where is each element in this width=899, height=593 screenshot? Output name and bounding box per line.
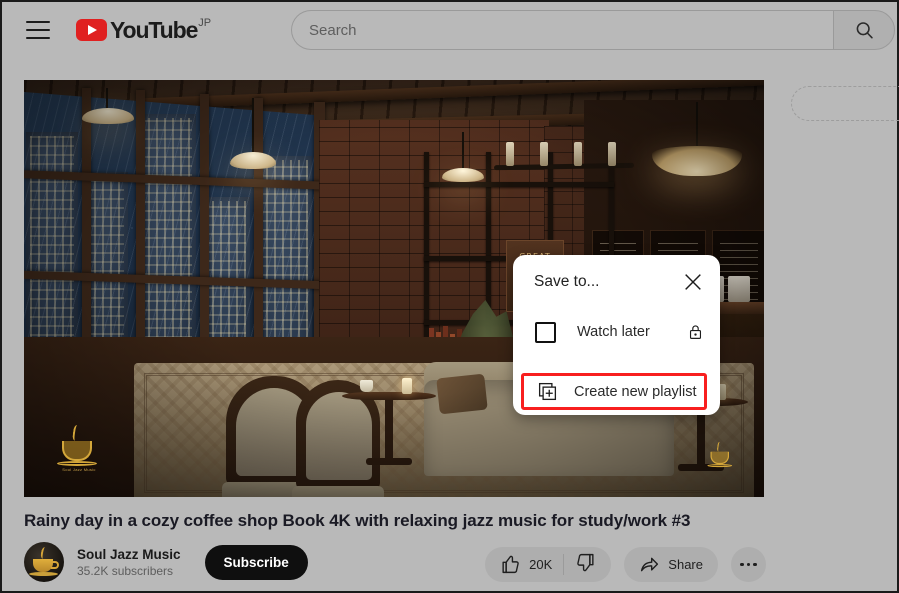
search-icon xyxy=(856,21,873,38)
logo-wordmark: YouTube xyxy=(110,17,198,43)
channel-name[interactable]: Soul Jazz Music xyxy=(77,547,181,562)
channel-meta-row: Soul Jazz Music 35.2K subscribers Subscr… xyxy=(24,542,308,582)
save-to-dialog: Save to... Watch later Create new playli… xyxy=(513,255,720,415)
search-box[interactable] xyxy=(291,10,833,50)
chip-partial-right[interactable] xyxy=(791,86,899,121)
subscribe-button[interactable]: Subscribe xyxy=(204,544,308,580)
top-header: YouTube JP xyxy=(2,2,897,58)
watermark-label: Soul Jazz Music xyxy=(62,467,96,472)
watch-later-row[interactable]: Watch later xyxy=(513,315,720,349)
hamburger-menu-icon[interactable] xyxy=(26,21,50,39)
like-dislike-group: 20K xyxy=(485,547,612,582)
share-button[interactable]: Share xyxy=(624,547,718,582)
create-new-playlist-button[interactable]: Create new playlist xyxy=(521,373,707,410)
more-options-button[interactable] xyxy=(731,547,766,582)
watch-later-checkbox[interactable] xyxy=(535,321,556,343)
logo-country-code: JP xyxy=(198,17,212,29)
channel-watermark: Soul Jazz Music xyxy=(56,424,102,472)
video-actions-row: 20K Share xyxy=(485,547,766,582)
watch-later-label: Watch later xyxy=(577,324,650,340)
pendant-lamp-cord xyxy=(462,132,464,170)
pendant-lamp-cord xyxy=(106,88,108,110)
like-count: 20K xyxy=(529,557,553,572)
action-divider xyxy=(563,554,565,575)
candle xyxy=(402,378,412,394)
play-triangle-icon xyxy=(76,19,107,41)
channel-watermark xyxy=(707,441,736,471)
chandelier xyxy=(493,138,635,178)
table-stem xyxy=(385,400,393,458)
pendant-lamp xyxy=(442,168,484,182)
pendant-lamp xyxy=(82,108,134,124)
youtube-logo[interactable]: YouTube JP xyxy=(76,16,211,44)
create-new-playlist-label: Create new playlist xyxy=(574,383,697,400)
search-input[interactable] xyxy=(309,21,809,39)
share-arrow-icon xyxy=(641,557,659,572)
dialog-header: Save to... xyxy=(513,255,720,293)
video-title: Rainy day in a cozy coffee shop Book 4K … xyxy=(24,511,691,530)
thumbs-up-icon xyxy=(502,555,519,574)
coffee-cup xyxy=(360,380,373,392)
more-options-icon xyxy=(740,562,744,567)
add-playlist-icon xyxy=(538,382,557,401)
pendant-lamp xyxy=(230,152,276,169)
hamburger-line xyxy=(26,29,50,31)
dialog-title: Save to... xyxy=(534,273,600,290)
hamburger-line xyxy=(26,21,50,23)
lock-icon xyxy=(689,325,702,339)
hamburger-line xyxy=(26,37,50,39)
pendant-lamp-cord xyxy=(252,98,254,154)
dislike-button[interactable] xyxy=(575,552,596,578)
search-area xyxy=(291,10,895,50)
channel-text: Soul Jazz Music 35.2K subscribers xyxy=(77,547,181,578)
table-base xyxy=(366,458,412,465)
share-label: Share xyxy=(668,557,703,572)
like-button[interactable]: 20K xyxy=(500,554,552,575)
side-table xyxy=(342,392,436,400)
subscriber-count: 35.2K subscribers xyxy=(77,563,174,578)
cushion xyxy=(436,373,488,415)
thumbs-down-icon xyxy=(577,553,594,571)
close-icon[interactable] xyxy=(682,271,704,293)
search-button[interactable] xyxy=(833,10,895,50)
avatar[interactable] xyxy=(24,542,64,582)
pendant-lamp-cord xyxy=(696,102,698,148)
